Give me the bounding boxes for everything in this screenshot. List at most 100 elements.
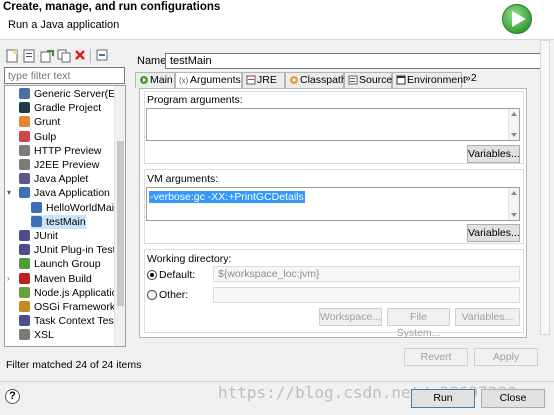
tree-item-label: Gulp bbox=[34, 130, 57, 143]
run-icon bbox=[502, 4, 532, 34]
program-variables-button[interactable]: Variables... bbox=[467, 145, 520, 163]
tree-item-label: Generic Server(Exte bbox=[34, 88, 126, 100]
gradle-icon bbox=[19, 102, 30, 114]
dialog-subtitle: Run a Java application bbox=[8, 19, 120, 31]
tab-source-label: Source bbox=[359, 74, 393, 86]
other-radio[interactable] bbox=[147, 290, 157, 300]
help-icon[interactable]: ? bbox=[5, 389, 20, 404]
vm-variables-button[interactable]: Variables... bbox=[467, 224, 520, 242]
other-directory-field bbox=[213, 287, 520, 303]
filter-status: Filter matched 24 of 24 items bbox=[6, 359, 142, 371]
tree-item-label: Maven Build bbox=[34, 272, 92, 285]
nodejs-icon bbox=[19, 286, 30, 298]
tree-item[interactable]: OSGi Framework bbox=[19, 300, 115, 314]
tab-environment-label: Environment bbox=[407, 74, 466, 86]
tab-jre[interactable]: JRE bbox=[242, 72, 285, 88]
task-context-icon bbox=[19, 315, 30, 327]
tree-item[interactable]: testMain bbox=[31, 214, 86, 229]
xsl-icon bbox=[19, 329, 30, 341]
tree-item-label: Gradle Project bbox=[34, 102, 102, 115]
new-config-icon[interactable] bbox=[6, 49, 20, 63]
server-icon bbox=[19, 88, 30, 99]
tree-item[interactable]: ▾ Java Application bbox=[7, 186, 110, 200]
apply-button[interactable]: Apply bbox=[474, 348, 538, 366]
duplicate-icon[interactable] bbox=[57, 49, 71, 63]
program-arguments-textarea[interactable] bbox=[146, 108, 520, 141]
tree-item[interactable]: JUnit Plug-in Test bbox=[19, 243, 116, 257]
tree-item-label: HTTP Preview bbox=[34, 144, 102, 157]
export-config-icon[interactable] bbox=[40, 49, 54, 63]
tree-item[interactable]: J2EE Preview bbox=[19, 158, 99, 172]
toolbar-separator bbox=[90, 49, 91, 63]
tree-scrollbar-thumb[interactable] bbox=[117, 141, 124, 306]
tab-jre-label: JRE bbox=[257, 74, 277, 86]
tree-item-label: XSL bbox=[34, 329, 54, 342]
filter-input[interactable] bbox=[4, 67, 125, 84]
working-variables-button[interactable]: Variables... bbox=[455, 308, 520, 326]
run-button[interactable]: Run bbox=[411, 389, 475, 408]
tree-item[interactable]: Grunt bbox=[19, 115, 60, 129]
tree-item[interactable]: JUnit bbox=[19, 229, 58, 243]
junit-icon bbox=[19, 230, 30, 241]
config-scrollbar[interactable] bbox=[540, 40, 550, 335]
tab-main[interactable]: Main bbox=[135, 72, 175, 88]
delete-icon[interactable] bbox=[74, 49, 88, 63]
tree-item[interactable]: Generic Server(Exte bbox=[19, 87, 126, 101]
classpath-tab-icon bbox=[289, 75, 299, 85]
config-tabs: Main (x) Arguments JRE Classpath Source … bbox=[135, 72, 525, 89]
vm-arguments-scrollbar[interactable] bbox=[508, 188, 519, 220]
tree-item-label: Grunt bbox=[34, 116, 61, 129]
working-directory-label: Working directory: bbox=[147, 253, 232, 265]
tree-item[interactable]: HelloWorldMain bbox=[31, 201, 120, 215]
tab-classpath[interactable]: Classpath bbox=[285, 72, 347, 88]
tree-item[interactable]: Node.js Applicatio bbox=[19, 286, 117, 300]
launch-config-toolbar bbox=[3, 46, 129, 66]
main-tab-icon bbox=[139, 75, 149, 85]
junit-plugin-icon bbox=[19, 244, 30, 256]
tree-item[interactable]: HTTP Preview bbox=[19, 144, 102, 158]
launch-config-tree: Generic Server(Exte Gradle Project Grunt Gu… bbox=[4, 85, 126, 347]
j2ee-preview-icon bbox=[19, 159, 30, 170]
tree-item-label: JUnit bbox=[34, 230, 58, 242]
vm-arguments-textarea[interactable]: -verbose:gc -XX:+PrintGCDetails bbox=[146, 187, 520, 221]
tree-scrollbar[interactable] bbox=[114, 86, 125, 346]
tree-item-label: JUnit Plug-in Test bbox=[34, 244, 116, 257]
java-launch-icon bbox=[31, 201, 42, 213]
name-input[interactable] bbox=[165, 53, 542, 69]
overflow-icon: »2 bbox=[465, 72, 477, 84]
tab-arguments[interactable]: (x) Arguments bbox=[175, 72, 242, 89]
default-radio[interactable] bbox=[147, 270, 157, 280]
tab-arguments-label: Arguments bbox=[190, 74, 241, 86]
tree-item[interactable]: Java Applet bbox=[19, 172, 88, 186]
tree-item-label: testMain bbox=[46, 215, 86, 228]
workspace-button[interactable]: Workspace... bbox=[319, 308, 382, 326]
collapse-all-icon[interactable] bbox=[96, 49, 110, 63]
tree-item-label: Java Applet bbox=[34, 173, 89, 186]
revert-button[interactable]: Revert bbox=[404, 348, 468, 366]
program-arguments-scrollbar[interactable] bbox=[508, 109, 519, 140]
tree-item-label: Java Application bbox=[34, 187, 110, 200]
tab-classpath-label: Classpath bbox=[300, 74, 347, 86]
default-label: Default: bbox=[159, 269, 196, 281]
tab-source[interactable]: Source bbox=[344, 72, 392, 88]
tree-item[interactable]: › Maven Build bbox=[7, 272, 92, 286]
program-arguments-label: Program arguments: bbox=[147, 94, 243, 106]
tree-item[interactable]: Gradle Project bbox=[19, 101, 101, 115]
expand-icon[interactable]: ▾ bbox=[7, 186, 11, 200]
tab-overflow[interactable]: »2 bbox=[465, 72, 477, 84]
http-preview-icon bbox=[19, 144, 30, 156]
tree-item[interactable]: Task Context Test bbox=[19, 314, 117, 328]
new-prototype-icon[interactable] bbox=[23, 49, 37, 63]
tab-main-label: Main bbox=[150, 74, 173, 86]
gulp-icon bbox=[19, 130, 30, 142]
tree-item[interactable]: Launch Group bbox=[19, 257, 101, 271]
maven-icon bbox=[19, 272, 30, 284]
tree-item-label: OSGi Framework bbox=[34, 301, 116, 313]
tab-environment[interactable]: Environment bbox=[392, 72, 466, 88]
tree-item[interactable]: Gulp bbox=[19, 130, 56, 144]
close-button[interactable]: Close bbox=[481, 389, 545, 408]
collapse-icon[interactable]: › bbox=[7, 272, 10, 286]
dialog-title: Create, manage, and run configurations bbox=[3, 1, 221, 13]
file-system-button[interactable]: File System... bbox=[387, 308, 450, 339]
tree-item[interactable]: XSL bbox=[19, 328, 54, 342]
